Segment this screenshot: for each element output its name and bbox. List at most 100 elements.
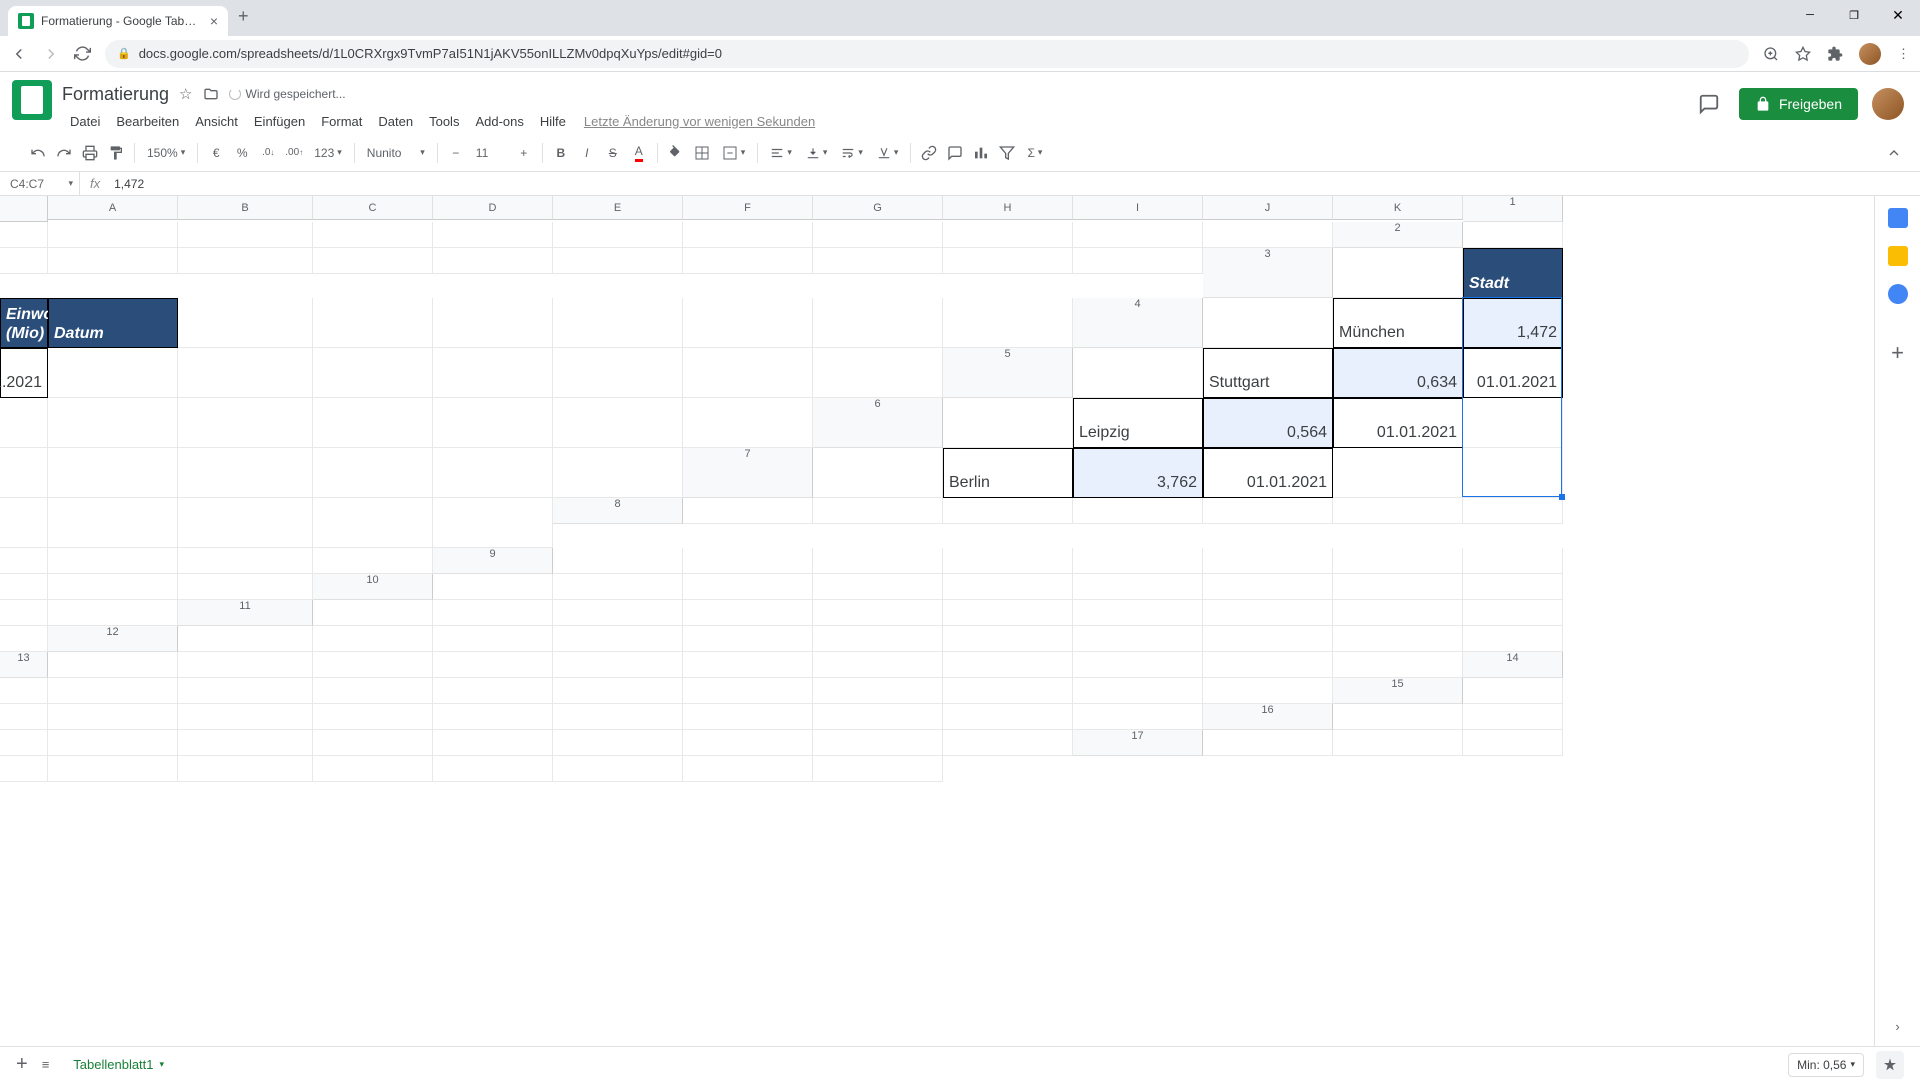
cell-F7[interactable] [1463,448,1563,498]
cell-D14[interactable] [313,678,433,704]
cell-F11[interactable] [943,600,1073,626]
comment-history-button[interactable] [1693,88,1725,120]
column-header-C[interactable]: C [313,196,433,220]
menu-bearbeiten[interactable]: Bearbeiten [108,110,187,133]
cell-C3[interactable]: Einwohner (Mio) [0,298,48,348]
cell-F8[interactable] [1333,498,1463,524]
cell-H11[interactable] [1203,600,1333,626]
cell-D3[interactable]: Datum [48,298,178,348]
extensions-icon[interactable] [1827,46,1843,62]
cell-G7[interactable] [0,498,48,548]
cell-I17[interactable] [553,756,683,782]
currency-button[interactable]: € [204,140,228,166]
cell-B2[interactable] [0,248,48,274]
cell-E9[interactable] [1073,548,1203,574]
row-header-3[interactable]: 3 [1203,248,1333,298]
cell-K11[interactable] [0,626,48,652]
cell-J13[interactable] [1203,652,1333,678]
cell-A5[interactable] [1073,348,1203,398]
cell-G3[interactable] [433,298,553,348]
cell-G1[interactable] [683,222,813,248]
cell-B5[interactable]: Stuttgart [1203,348,1333,398]
cell-G8[interactable] [1463,498,1563,524]
cell-G10[interactable] [1203,574,1333,600]
cell-C14[interactable] [178,678,313,704]
font-size-decrease[interactable]: − [444,140,468,166]
increase-decimal-button[interactable]: .00↑ [282,140,306,166]
cell-C7[interactable]: 3,762 [1073,448,1203,498]
cell-C8[interactable] [943,498,1073,524]
row-header-13[interactable]: 13 [0,652,48,678]
cell-J17[interactable] [683,756,813,782]
cell-A7[interactable] [813,448,943,498]
cell-I14[interactable] [943,678,1073,704]
cell-K1[interactable] [1203,222,1333,248]
cell-E11[interactable] [813,600,943,626]
cell-I3[interactable] [683,298,813,348]
text-color-button[interactable]: A [627,140,651,166]
name-box[interactable]: C4:C7▾ [0,172,80,195]
cell-D5[interactable]: 01.01.2021 [1463,348,1563,398]
cell-H9[interactable] [1463,548,1563,574]
menu-daten[interactable]: Daten [370,110,421,133]
cell-C1[interactable] [178,222,313,248]
cell-I9[interactable] [0,574,48,600]
cell-A13[interactable] [48,652,178,678]
cell-F16[interactable] [313,730,433,756]
cell-A16[interactable] [1333,704,1463,730]
cell-E15[interactable] [313,704,433,730]
cell-K9[interactable] [178,574,313,600]
cell-A8[interactable] [683,498,813,524]
cell-C9[interactable] [813,548,943,574]
cell-B11[interactable] [433,600,553,626]
cell-K15[interactable] [1073,704,1203,730]
cell-K14[interactable] [1203,678,1333,704]
column-header-G[interactable]: G [813,196,943,220]
cell-B6[interactable]: Leipzig [1073,398,1203,448]
cell-I5[interactable] [433,398,553,448]
cell-D17[interactable] [0,756,48,782]
cell-J2[interactable] [943,248,1073,274]
cell-I13[interactable] [1073,652,1203,678]
row-header-14[interactable]: 14 [1463,652,1563,678]
menu-tools[interactable]: Tools [421,110,467,133]
cell-H16[interactable] [553,730,683,756]
cell-G12[interactable] [943,626,1073,652]
cell-A11[interactable] [313,600,433,626]
column-header-J[interactable]: J [1203,196,1333,220]
tasks-addon-icon[interactable] [1888,284,1908,304]
merge-cells-button[interactable]: ▾ [716,140,752,166]
row-header-16[interactable]: 16 [1203,704,1333,730]
keep-addon-icon[interactable] [1888,246,1908,266]
cell-B16[interactable] [1463,704,1563,730]
cell-H8[interactable] [0,548,48,574]
cell-C13[interactable] [313,652,433,678]
cell-K10[interactable] [48,600,178,626]
functions-button[interactable]: Σ▾ [1021,140,1048,166]
percent-button[interactable]: % [230,140,254,166]
cell-K7[interactable] [433,498,553,548]
row-header-1[interactable]: 1 [1463,196,1563,222]
text-rotation-button[interactable]: ▾ [871,140,905,166]
tab-close-icon[interactable]: × [210,13,218,29]
cell-A10[interactable] [433,574,553,600]
cell-B7[interactable]: Berlin [943,448,1073,498]
cell-A6[interactable] [943,398,1073,448]
browser-reload-button[interactable] [74,45,91,62]
cell-K8[interactable] [313,548,433,574]
font-size-input[interactable]: 11 [470,140,510,166]
paint-format-button[interactable] [104,140,128,166]
zoom-select[interactable]: 150%▾ [141,140,191,166]
insert-comment-button[interactable] [943,140,967,166]
cell-J6[interactable] [433,448,553,498]
cell-J10[interactable] [0,600,48,626]
cell-J11[interactable] [1463,600,1563,626]
cell-G11[interactable] [1073,600,1203,626]
selection-stat[interactable]: Min: 0,56▾ [1788,1053,1864,1077]
cell-J12[interactable] [1333,626,1463,652]
row-header-6[interactable]: 6 [813,398,943,448]
cell-D6[interactable]: 01.01.2021 [1333,398,1463,448]
menu-datei[interactable]: Datei [62,110,108,133]
cell-J16[interactable] [813,730,943,756]
cell-G6[interactable] [48,448,178,498]
